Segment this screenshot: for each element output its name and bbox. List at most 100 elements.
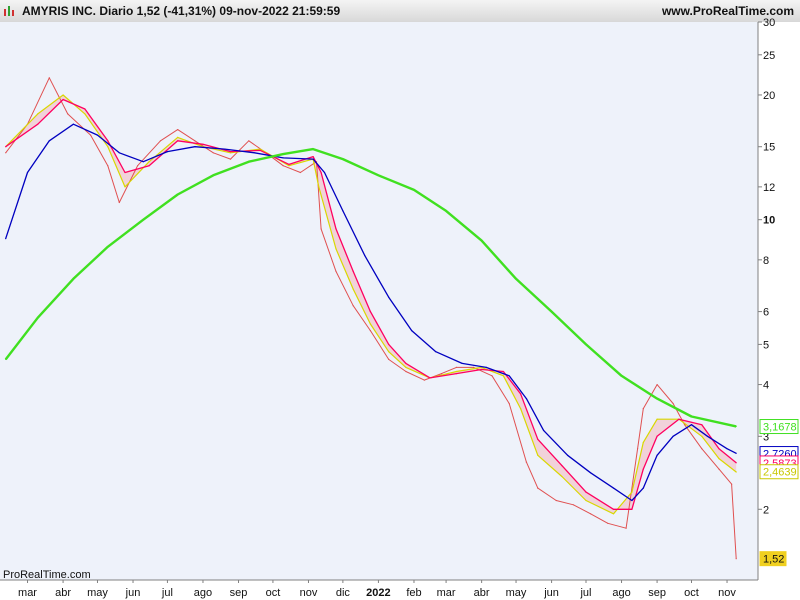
data-point-0 (473, 366, 475, 368)
data-point-4 (312, 148, 314, 150)
y-tick-label: 20 (763, 90, 775, 102)
data-point-0 (440, 373, 443, 375)
value-tag-label: 2,4639 (763, 467, 797, 479)
data-point-3 (142, 161, 144, 163)
x-tick-label: abr (474, 587, 490, 599)
data-point-2 (455, 373, 457, 375)
data-point-1 (62, 94, 64, 96)
data-point-4 (107, 246, 109, 248)
data-point-1 (642, 441, 644, 443)
data-point-4 (551, 311, 553, 313)
data-point-1 (561, 475, 563, 478)
data-point-0 (248, 140, 250, 142)
data-point-2 (335, 228, 337, 230)
data-point-3 (735, 452, 737, 454)
data-point-2 (585, 491, 587, 493)
data-point-2 (561, 465, 563, 467)
data-point-2 (701, 424, 703, 426)
data-point-2 (352, 270, 354, 272)
x-tick-label: nov (300, 587, 318, 599)
data-point-2 (718, 448, 720, 450)
data-point-1 (455, 370, 457, 373)
y-tick-label: 10 (763, 215, 775, 227)
data-point-2 (369, 311, 371, 313)
x-tick-label: 2022 (366, 587, 390, 599)
data-point-0 (555, 499, 557, 502)
data-point-1 (177, 136, 179, 138)
data-point-1 (656, 418, 658, 420)
data-point-1 (405, 366, 407, 368)
data-point-1 (537, 454, 539, 456)
data-point-2 (5, 146, 7, 148)
data-point-3 (282, 157, 284, 159)
data-point-0 (107, 165, 109, 167)
data-point-1 (718, 458, 720, 460)
data-point-0 (731, 483, 733, 485)
data-point-4 (142, 219, 144, 221)
data-point-0 (656, 384, 658, 386)
value-tag-label: 3,1678 (763, 422, 797, 434)
data-point-3 (194, 146, 196, 148)
y-tick-label: 8 (763, 255, 769, 267)
data-point-3 (656, 454, 658, 456)
data-point-0 (405, 370, 407, 373)
data-point-1 (84, 113, 86, 115)
data-point-4 (690, 415, 693, 418)
data-point-3 (118, 152, 120, 154)
y-axis-panel (758, 22, 800, 580)
data-point-0 (455, 366, 457, 368)
data-point-0 (718, 468, 720, 470)
data-point-1 (335, 248, 337, 250)
data-point-2 (502, 370, 504, 373)
y-tick-label: 15 (763, 142, 775, 154)
data-point-3 (166, 151, 168, 153)
data-point-3 (631, 499, 633, 502)
x-tick-label: jun (125, 587, 141, 599)
data-point-0 (194, 140, 196, 142)
data-point-3 (461, 362, 463, 364)
data-point-4 (248, 161, 250, 163)
data-point-4 (656, 398, 658, 400)
price-chart[interactable]: 302520151210865432mar abr may jun jul ago sep o… (0, 0, 800, 600)
data-point-0 (335, 270, 337, 272)
data-point-2 (229, 151, 232, 153)
data-point-4 (177, 193, 179, 196)
data-point-3 (690, 424, 693, 426)
y-tick-label: 2 (763, 504, 769, 516)
data-point-3 (26, 171, 29, 174)
plot-area (0, 22, 758, 580)
data-point-0 (177, 129, 179, 131)
data-point-1 (352, 288, 354, 290)
data-point-4 (585, 343, 587, 345)
x-tick-label: sep (230, 587, 248, 599)
x-tick-label: abr (55, 587, 71, 599)
data-point-0 (118, 201, 120, 204)
data-point-0 (5, 152, 7, 154)
data-point-2 (735, 462, 737, 464)
data-point-4 (445, 210, 447, 212)
x-tick-label: may (87, 587, 108, 599)
data-point-4 (212, 174, 214, 176)
data-point-2 (631, 508, 633, 510)
data-point-0 (525, 461, 528, 463)
data-point-0 (159, 140, 162, 142)
data-point-1 (259, 148, 261, 150)
data-point-4 (620, 375, 623, 377)
data-point-3 (224, 148, 226, 150)
y-tick-label: 5 (763, 339, 769, 351)
x-tick-label: ago (194, 587, 212, 599)
data-point-3 (312, 158, 314, 160)
y-tick-label: 12 (763, 182, 775, 194)
data-point-1 (229, 152, 232, 154)
data-point-3 (72, 123, 74, 125)
data-point-3 (388, 296, 390, 298)
x-tick-label: oct (684, 587, 699, 599)
data-point-2 (388, 343, 390, 345)
data-point-0 (735, 558, 737, 560)
data-point-1 (520, 408, 522, 410)
data-point-2 (520, 393, 522, 395)
data-point-2 (288, 163, 290, 165)
data-point-0 (299, 171, 301, 174)
data-point-0 (491, 375, 493, 377)
data-point-1 (148, 161, 150, 163)
